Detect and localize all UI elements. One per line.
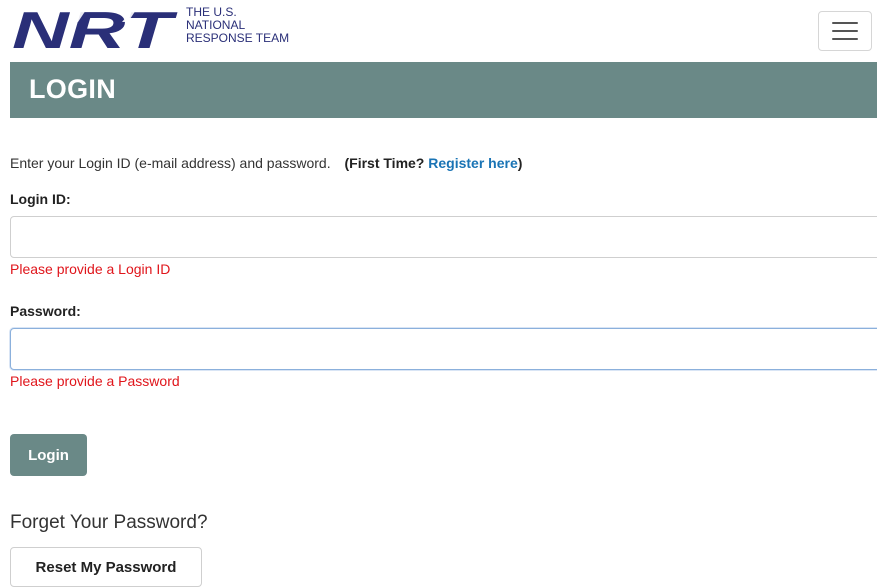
hamburger-menu-button[interactable]: [818, 11, 872, 51]
login-id-input[interactable]: [10, 216, 877, 258]
org-name-line-3: RESPONSE TEAM: [186, 31, 290, 45]
login-button[interactable]: Login: [10, 434, 87, 476]
nrt-logo-graphic: NRT: [12, 4, 178, 54]
intro-instructions: Enter your Login ID (e-mail address) and…: [10, 155, 331, 171]
page-title-bar: LOGIN: [10, 62, 877, 118]
register-link[interactable]: Register here: [428, 155, 517, 171]
password-label: Password:: [10, 303, 81, 319]
password-error: Please provide a Password: [10, 373, 180, 389]
site-header: NRT THE U.S. NATIONAL RESPONSE TEAM: [0, 0, 877, 62]
login-id-label: Login ID:: [10, 191, 71, 207]
hamburger-menu-icon: [832, 22, 858, 24]
org-name: THE U.S. NATIONAL RESPONSE TEAM: [186, 6, 289, 45]
first-time-note: (First Time? Register here): [344, 155, 523, 171]
reset-password-button[interactable]: Reset My Password: [10, 547, 202, 587]
nrt-logo[interactable]: NRT: [10, 4, 180, 54]
password-input[interactable]: [10, 328, 877, 370]
login-id-error: Please provide a Login ID: [10, 261, 171, 277]
page-title: LOGIN: [29, 74, 116, 104]
logo-text: NRT: [12, 4, 178, 54]
forgot-password-heading: Forget Your Password?: [10, 512, 208, 533]
intro-text: Enter your Login ID (e-mail address) and…: [10, 155, 522, 171]
